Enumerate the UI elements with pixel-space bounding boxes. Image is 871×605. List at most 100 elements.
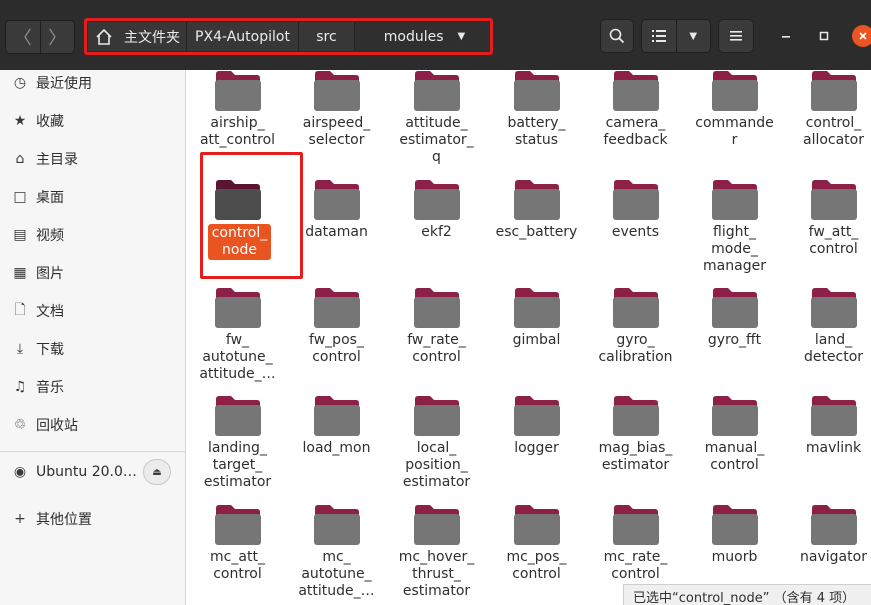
sidebar-item-music[interactable]: ♫ 音乐 [0, 368, 185, 406]
folder-icon [712, 288, 758, 328]
search-button[interactable] [600, 19, 634, 53]
annotation-highlight-box [200, 152, 303, 279]
folder-item[interactable]: logger [487, 395, 586, 503]
sidebar-item-starred[interactable]: ★ 收藏 [0, 102, 185, 140]
folder-item[interactable]: camera_ feedback [586, 70, 685, 178]
folder-name: navigator [800, 549, 867, 565]
maximize-button[interactable] [814, 26, 834, 46]
folder-item[interactable]: flight_ mode_ manager [685, 179, 784, 287]
download-icon: ⤓ [16, 341, 24, 357]
maximize-icon [819, 31, 829, 41]
eject-button[interactable]: ⏏ [143, 459, 171, 485]
folder-name: fw_att_ control [808, 224, 859, 257]
back-button[interactable]: 〈 [6, 21, 40, 53]
folder-item[interactable]: gimbal [487, 287, 586, 395]
folder-icon [514, 505, 560, 545]
star-icon: ★ [13, 113, 27, 129]
folder-icon [314, 396, 360, 436]
folder-icon [314, 288, 360, 328]
folder-icon [811, 180, 857, 220]
list-view-button[interactable] [642, 20, 676, 52]
disk-icon: ◉ [13, 464, 27, 480]
menu-button[interactable] [718, 19, 754, 53]
folder-item[interactable]: ekf2 [387, 179, 486, 287]
folder-name: commande r [695, 115, 774, 148]
folder-icon [712, 180, 758, 220]
folder-item[interactable]: mc_hover_ thrust_ estimator [387, 504, 486, 605]
folder-item[interactable]: mc_att_ control [188, 504, 287, 605]
sidebar-item-other-locations[interactable]: + 其他位置 [0, 500, 185, 538]
folder-item[interactable]: local_ position_ estimator [387, 395, 486, 503]
breadcrumb-label: PX4-Autopilot [195, 28, 290, 45]
folder-item[interactable]: mag_bias_ estimator [586, 395, 685, 503]
minimize-button[interactable] [776, 26, 796, 46]
folder-icon [215, 505, 261, 545]
folder-item[interactable]: load_mon [287, 395, 386, 503]
folder-name: airship_ att_control [199, 115, 276, 148]
folder-name: battery_ status [507, 115, 566, 148]
folder-item[interactable]: esc_battery [487, 179, 586, 287]
folder-item[interactable]: landing_ target_ estimator [188, 395, 287, 503]
sidebar-item-ubuntu-disk[interactable]: ◉ Ubuntu 20.0… [0, 453, 140, 491]
folder-item[interactable]: fw_att_ control [784, 179, 871, 287]
hamburger-menu-icon [730, 31, 742, 41]
folder-item[interactable]: land_ detector [784, 287, 871, 395]
folder-icon [414, 71, 460, 111]
sidebar-item-label: 文档 [36, 304, 64, 320]
music-icon: ♫ [13, 379, 27, 395]
folder-item[interactable]: gyro_ calibration [586, 287, 685, 395]
trash-icon: ♲ [13, 417, 27, 433]
folder-name: mc_rate_ control [603, 549, 668, 582]
folder-item[interactable]: commande r [685, 70, 784, 178]
folder-name: airspeed_ selector [302, 115, 371, 148]
breadcrumb-modules[interactable]: modules ▼ [355, 22, 489, 51]
sidebar-item-documents[interactable]: 🗋 文档 [0, 292, 185, 330]
folder-item[interactable]: mc_ autotune_ attitude_… [287, 504, 386, 605]
sidebar-item-home[interactable]: ⌂ 主目录 [0, 140, 185, 178]
sidebar-item-label: 视频 [36, 228, 64, 244]
folder-icon [514, 396, 560, 436]
folder-item[interactable]: mc_pos_ control [487, 504, 586, 605]
sidebar-item-desktop[interactable]: □ 桌面 [0, 178, 185, 216]
folder-item[interactable]: mavlink [784, 395, 871, 503]
breadcrumb-px4-autopilot[interactable]: PX4-Autopilot [187, 22, 299, 51]
folder-item[interactable]: control_ allocator [784, 70, 871, 178]
folder-item[interactable]: fw_ autotune_ attitude_… [188, 287, 287, 395]
folder-name: landing_ target_ estimator [203, 440, 272, 490]
home-icon [96, 28, 112, 45]
sidebar-item-label: 收藏 [36, 114, 64, 130]
breadcrumb-src[interactable]: src [299, 22, 355, 51]
sidebar-item-label: 下载 [36, 342, 64, 358]
sidebar-item-label: 音乐 [36, 380, 64, 396]
folder-icon [613, 396, 659, 436]
breadcrumb-home[interactable]: 主文件夹 [88, 22, 187, 51]
folder-item[interactable]: fw_rate_ control [387, 287, 486, 395]
folder-icon [514, 180, 560, 220]
folder-item[interactable]: gyro_fft [685, 287, 784, 395]
folder-name: fw_ autotune_ attitude_… [199, 332, 276, 382]
video-icon: ▤ [13, 227, 27, 243]
folder-item[interactable]: battery_ status [487, 70, 586, 178]
folder-icon [712, 71, 758, 111]
sidebar-divider [0, 451, 185, 452]
sidebar-item-downloads[interactable]: ⤓ 下载 [0, 330, 185, 368]
sidebar-item-videos[interactable]: ▤ 视频 [0, 216, 185, 254]
folder-item[interactable]: fw_pos_ control [287, 287, 386, 395]
folder-icon [514, 288, 560, 328]
folder-item[interactable]: events [586, 179, 685, 287]
minimize-icon [782, 36, 790, 38]
sidebar-item-pictures[interactable]: ▦ 图片 [0, 254, 185, 292]
view-options-button[interactable]: ▼ [675, 20, 711, 52]
folder-name: muorb [711, 549, 758, 565]
sidebar-item-recent[interactable]: ◷ 最近使用 [0, 64, 185, 102]
sidebar-item-trash[interactable]: ♲ 回收站 [0, 406, 185, 444]
folder-icon [215, 71, 261, 111]
folder-item[interactable]: attitude_ estimator_ q [387, 70, 486, 178]
forward-button[interactable]: 〉 [39, 21, 75, 53]
folder-name: gimbal [512, 332, 561, 348]
document-icon: 🗋 [14, 302, 26, 318]
status-bar: 已选中“control_node” （含有 4 项） [623, 584, 871, 605]
folder-icon [613, 71, 659, 111]
folder-item[interactable]: manual_ control [685, 395, 784, 503]
close-button[interactable] [852, 25, 871, 47]
